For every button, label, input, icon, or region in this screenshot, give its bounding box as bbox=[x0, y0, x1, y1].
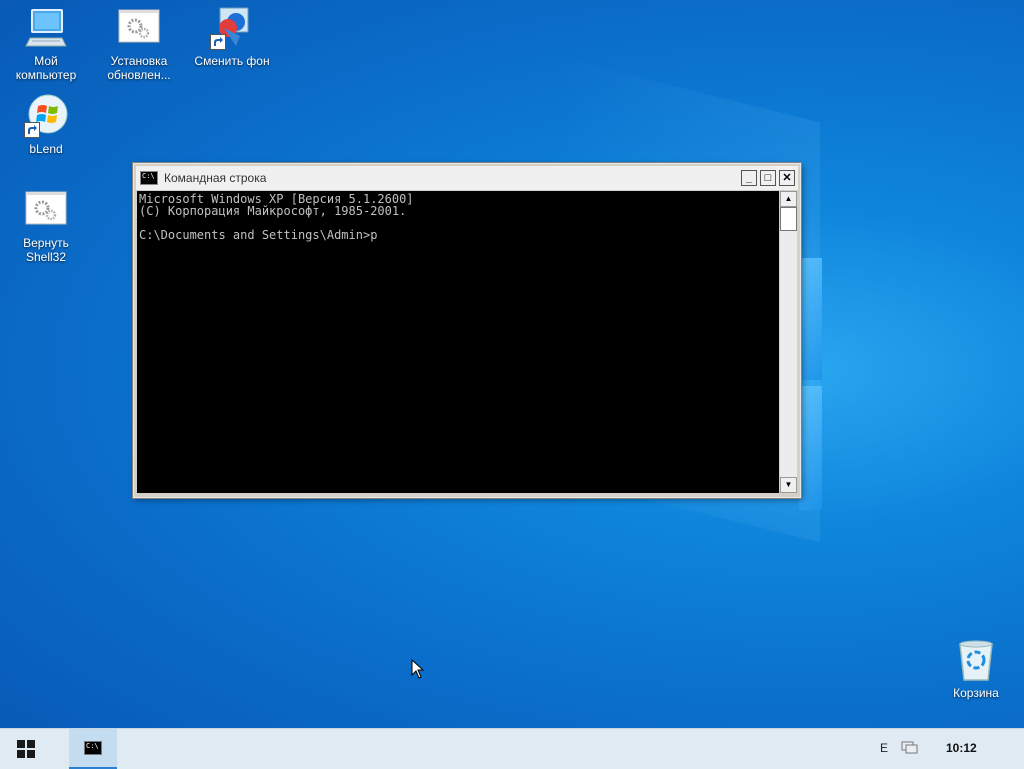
desktop-icon-label: Сменить фон bbox=[194, 54, 270, 68]
desktop-icon-my-computer[interactable]: Мой компьютер bbox=[8, 6, 84, 82]
minimize-button[interactable]: _ bbox=[741, 170, 757, 186]
close-button[interactable]: ✕ bbox=[779, 170, 795, 186]
maximize-button[interactable]: □ bbox=[760, 170, 776, 186]
scroll-up-arrow-icon[interactable]: ▲ bbox=[780, 191, 797, 207]
computer-icon bbox=[24, 6, 68, 50]
gear-icon bbox=[117, 6, 161, 50]
window-title: Командная строка bbox=[164, 171, 267, 185]
windows7-orb-icon bbox=[24, 94, 68, 138]
mouse-cursor-icon bbox=[411, 658, 425, 679]
console-line: (С) Корпорация Майкрософт, 1985-2001. bbox=[139, 204, 407, 218]
taskbar: C:\ E 10:12 bbox=[0, 728, 1024, 769]
language-indicator[interactable]: E bbox=[880, 741, 888, 755]
desktop-icon-restore-shell32[interactable]: Вернуть Shell32 bbox=[8, 188, 84, 264]
start-button[interactable] bbox=[0, 729, 52, 769]
desktop-icon-change-wallpaper[interactable]: Сменить фон bbox=[194, 6, 270, 68]
scrollbar-track[interactable] bbox=[780, 207, 797, 477]
console-prompt-line: C:\Documents and Settings\Admin>p bbox=[139, 228, 378, 242]
desktop-icon-label: bLend bbox=[29, 142, 63, 156]
recycle-bin-icon bbox=[954, 638, 998, 682]
clock[interactable]: 10:12 bbox=[946, 741, 977, 755]
gear-icon bbox=[24, 188, 68, 232]
desktop-icon-label: Вернуть Shell32 bbox=[23, 236, 69, 264]
shortcut-arrow-icon bbox=[24, 122, 40, 138]
scrollbar-thumb[interactable] bbox=[780, 207, 797, 231]
vertical-scrollbar[interactable]: ▲ ▼ bbox=[779, 191, 797, 493]
console-icon: C:\ bbox=[84, 741, 102, 755]
desktop-icon-label: Мой компьютер bbox=[15, 54, 77, 82]
desktop-icon-blend[interactable]: bLend bbox=[8, 94, 84, 156]
desktop-icon-recycle-bin[interactable]: Корзина bbox=[938, 638, 1014, 700]
background-logo-pane-top bbox=[799, 258, 822, 380]
console-output[interactable]: Microsoft Windows XP [Версия 5.1.2600] (… bbox=[137, 191, 779, 493]
network-icon[interactable] bbox=[900, 740, 918, 756]
windows-logo-icon bbox=[17, 740, 35, 758]
desktop-icon-label: Установка обновлен... bbox=[107, 54, 171, 82]
taskbar-item-command-prompt[interactable]: C:\ bbox=[69, 729, 117, 769]
window-titlebar[interactable]: C:\ Командная строка _ □ ✕ bbox=[136, 166, 798, 190]
desktop-icon-install-updates[interactable]: Установка обновлен... bbox=[101, 6, 177, 82]
background-logo-pane-bottom bbox=[799, 386, 822, 510]
command-prompt-window[interactable]: C:\ Командная строка _ □ ✕ Microsoft Win… bbox=[133, 163, 801, 498]
scroll-down-arrow-icon[interactable]: ▼ bbox=[780, 477, 797, 493]
desktop-icon-label: Корзина bbox=[953, 686, 999, 700]
shortcut-arrow-icon bbox=[210, 34, 226, 50]
paint-icon bbox=[210, 6, 254, 50]
console-icon: C:\ bbox=[140, 171, 158, 185]
